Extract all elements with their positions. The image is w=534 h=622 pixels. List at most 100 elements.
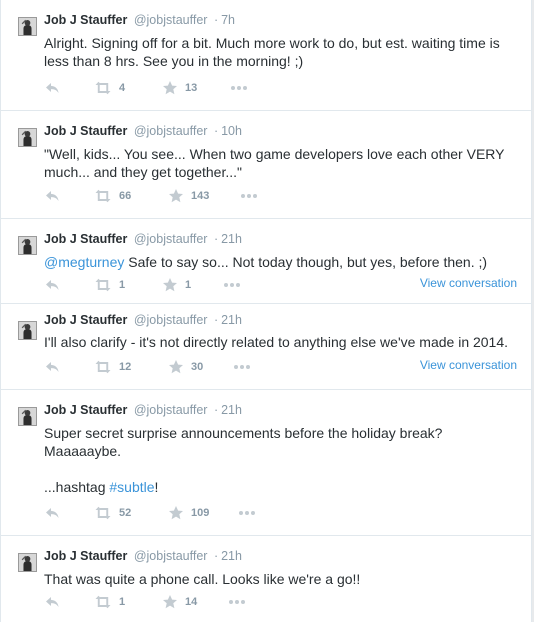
retweet-count: 12 (119, 361, 132, 373)
author-handle[interactable]: @jobjstauffer (134, 124, 208, 138)
retweet-button[interactable]: 4 (94, 80, 125, 96)
view-conversation-link[interactable]: View conversation (420, 358, 517, 372)
reply-button[interactable] (44, 188, 60, 204)
tweet-text-fragment: Safe to say so... Not today though, but … (124, 254, 488, 270)
star-icon (168, 188, 184, 204)
favorite-button[interactable]: 143 (168, 188, 209, 204)
author-handle[interactable]: @jobjstauffer (134, 549, 208, 563)
time-separator: · (213, 13, 219, 27)
reply-icon (44, 80, 60, 96)
reply-button[interactable] (44, 505, 60, 521)
reply-icon (44, 359, 60, 375)
retweet-button[interactable]: 1 (94, 277, 125, 293)
retweet-count: 66 (119, 190, 132, 202)
retweet-count: 1 (119, 279, 126, 291)
retweet-count: 52 (119, 507, 132, 519)
favorite-count: 14 (185, 596, 198, 608)
more-button[interactable] (227, 594, 247, 610)
more-icon (232, 359, 252, 375)
reply-button[interactable] (44, 277, 60, 293)
tweet-item[interactable]: Job J Stauffer @jobjstauffer · 7h Alright… (1, 0, 531, 111)
tweet-timestamp[interactable]: 21h (221, 403, 242, 417)
tweet-item[interactable]: Job J Stauffer @jobjstauffer · 21h Super … (1, 390, 531, 536)
avatar[interactable] (18, 407, 37, 426)
star-icon (162, 594, 178, 610)
tweet-text-line: ...hashtag #subtle! (44, 478, 519, 496)
retweet-icon (94, 594, 112, 610)
author-name[interactable]: Job J Stauffer (44, 232, 127, 246)
favorite-button[interactable]: 30 (168, 359, 203, 375)
favorite-count: 13 (185, 82, 198, 94)
reply-icon (44, 505, 60, 521)
avatar[interactable] (18, 321, 37, 340)
more-button[interactable] (239, 188, 259, 204)
star-icon (162, 277, 178, 293)
more-icon (227, 594, 247, 610)
tweet-timestamp[interactable]: 21h (221, 232, 242, 246)
tweet-header: Job J Stauffer @jobjstauffer · 21h (44, 232, 242, 246)
author-handle[interactable]: @jobjstauffer (134, 232, 208, 246)
tweet-text-line: Super secret surprise announcements befo… (44, 425, 443, 441)
retweet-count: 4 (119, 82, 126, 94)
avatar[interactable] (18, 128, 37, 147)
retweet-button[interactable]: 66 (94, 188, 131, 204)
tweet-item[interactable]: Job J Stauffer @jobjstauffer · 21h I'll a… (1, 304, 531, 390)
tweet-timestamp[interactable]: 10h (221, 124, 242, 138)
more-button[interactable] (222, 277, 242, 293)
time-separator: · (213, 403, 219, 417)
more-button[interactable] (229, 80, 249, 96)
author-name[interactable]: Job J Stauffer (44, 13, 127, 27)
retweet-button[interactable]: 52 (94, 505, 131, 521)
tweet-text-line: much... and they get together..." (44, 164, 242, 180)
tweet-item[interactable]: Job J Stauffer @jobjstauffer · 10h "Well,… (1, 111, 531, 219)
favorite-count: 109 (191, 507, 210, 519)
favorite-button[interactable]: 14 (162, 594, 197, 610)
favorite-button[interactable]: 13 (162, 80, 197, 96)
view-conversation-link[interactable]: View conversation (420, 276, 517, 290)
tweet-text: That was quite a phone call. Looks like … (44, 570, 519, 588)
author-name[interactable]: Job J Stauffer (44, 549, 127, 563)
tweet-text: "Well, kids... You see... When two game … (44, 145, 519, 181)
avatar[interactable] (18, 236, 37, 255)
author-name[interactable]: Job J Stauffer (44, 313, 127, 327)
tweet-timeline: Job J Stauffer @jobjstauffer · 7h Alright… (0, 0, 532, 622)
tweet-text-line: I'll also clarify - it's not directly re… (44, 334, 509, 350)
more-icon (229, 80, 249, 96)
tweet-text: @megturney Safe to say so... Not today t… (44, 253, 519, 271)
reply-icon (44, 277, 60, 293)
author-handle[interactable]: @jobjstauffer (134, 13, 208, 27)
favorite-count: 143 (191, 190, 210, 202)
retweet-button[interactable]: 1 (94, 594, 125, 610)
tweet-text-line: Alright. Signing off for a bit. Much mor… (44, 35, 500, 51)
tweet-header: Job J Stauffer @jobjstauffer · 21h (44, 549, 242, 563)
retweet-icon (94, 277, 112, 293)
more-button[interactable] (232, 359, 252, 375)
author-handle[interactable]: @jobjstauffer (134, 403, 208, 417)
author-name[interactable]: Job J Stauffer (44, 124, 127, 138)
avatar[interactable] (18, 553, 37, 572)
tweet-timestamp[interactable]: 7h (221, 13, 235, 27)
tweet-item[interactable]: Job J Stauffer @jobjstauffer · 21h @megtu… (1, 219, 531, 304)
reply-button[interactable] (44, 594, 60, 610)
tweet-text-line: less than 8 hrs. See you in the morning!… (44, 53, 304, 69)
tweet-text: Super secret surprise announcements befo… (44, 424, 519, 496)
author-name[interactable]: Job J Stauffer (44, 403, 127, 417)
avatar[interactable] (18, 17, 37, 36)
mention-link[interactable]: @megturney (44, 254, 124, 270)
retweet-button[interactable]: 12 (94, 359, 131, 375)
favorite-button[interactable]: 109 (168, 505, 209, 521)
author-handle[interactable]: @jobjstauffer (134, 313, 208, 327)
tweet-item[interactable]: Job J Stauffer @jobjstauffer · 21h That w… (1, 536, 531, 622)
more-button[interactable] (237, 505, 257, 521)
reply-button[interactable] (44, 80, 60, 96)
time-separator: · (213, 232, 219, 246)
tweet-timestamp[interactable]: 21h (221, 313, 242, 327)
reply-button[interactable] (44, 359, 60, 375)
time-separator: · (213, 313, 219, 327)
tweet-timestamp[interactable]: 21h (221, 549, 242, 563)
reply-icon (44, 594, 60, 610)
hashtag-link[interactable]: #subtle (109, 479, 154, 495)
more-icon (237, 505, 257, 521)
favorite-button[interactable]: 1 (162, 277, 191, 293)
